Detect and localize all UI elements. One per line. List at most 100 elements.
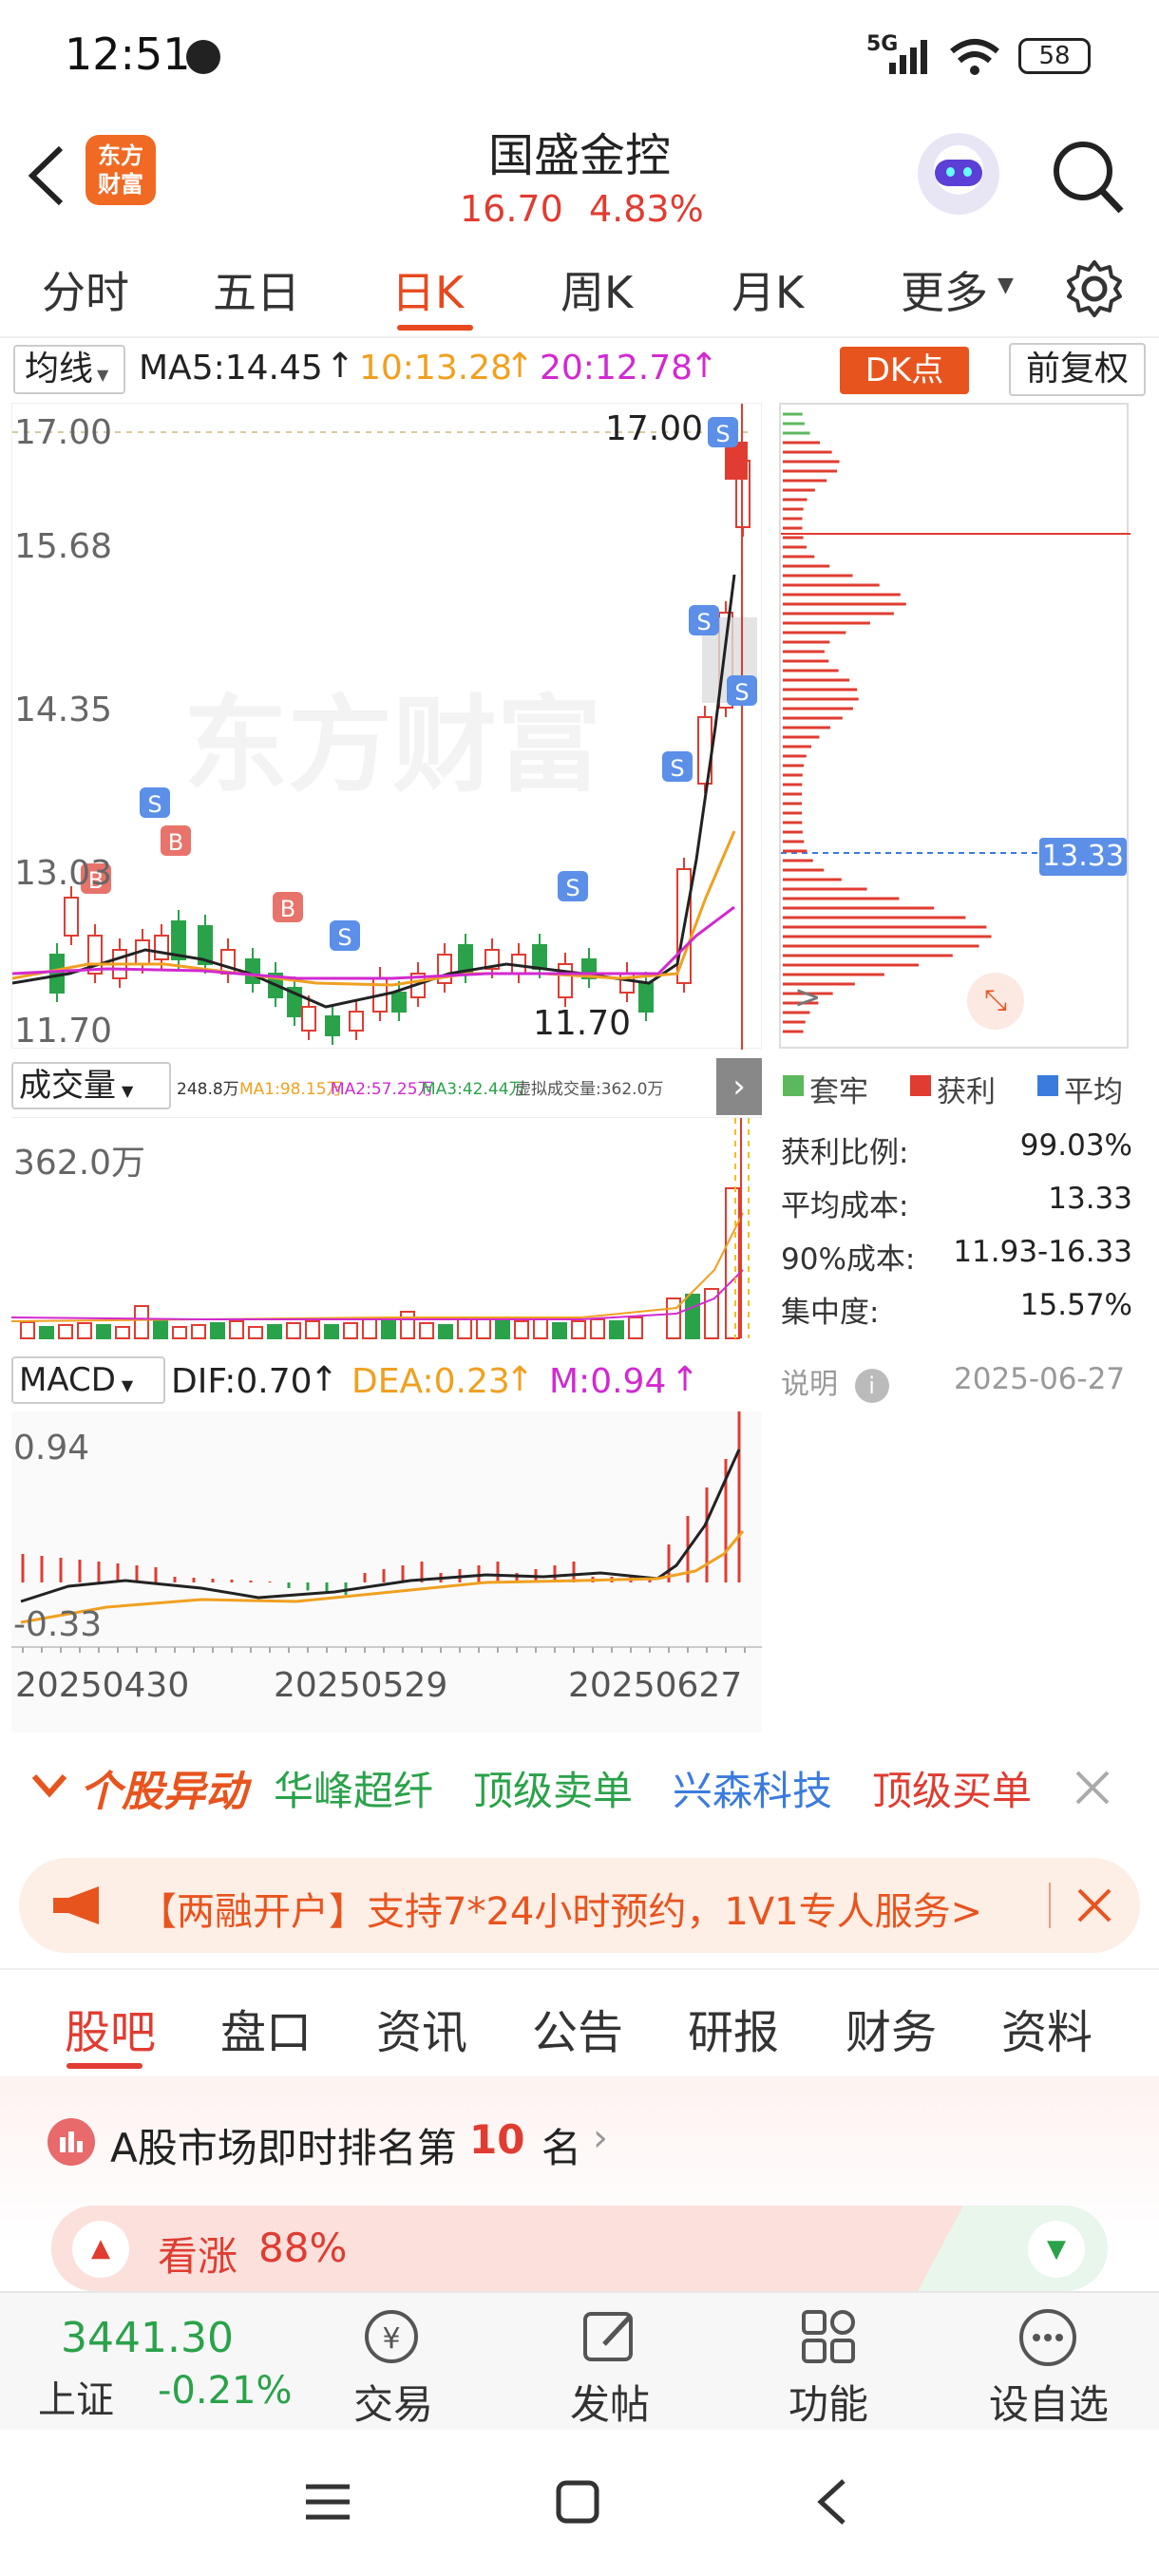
- volume-selector[interactable]: 成交量 ▼: [11, 1062, 171, 1109]
- tab-intraday[interactable]: 分时: [42, 258, 129, 321]
- movement-item-2[interactable]: 顶级卖单: [473, 1759, 633, 1817]
- volume-header: 成交量 ▼ 248.8万 MA1:98.15万 MA2:57.25万 MA3:42…: [11, 1058, 762, 1115]
- app-logo[interactable]: 东方 财富: [86, 135, 156, 205]
- macd-dea-arrow: ↑: [505, 1360, 535, 1399]
- kline-chart[interactable]: 东方财富 SBBBSSSSSS 17.00 15.68 14.35 13.03 …: [11, 403, 762, 1051]
- movement-item-1[interactable]: 华峰超纤: [274, 1759, 433, 1817]
- legend-avg-swatch: [1037, 1075, 1058, 1096]
- promo-text: 【两融开户】支持7*24小时预约，1V1专人服务>: [139, 1890, 983, 1934]
- tab-five-day[interactable]: 五日: [213, 258, 300, 321]
- chevron-down-icon[interactable]: [28, 1769, 70, 1803]
- volume-bar-2: [58, 1324, 73, 1339]
- tab-monthly-k[interactable]: 月K: [732, 258, 804, 321]
- indicator-bar: 均线 ▼ MA5:14.45 ↑ 10:13.28 ↑ 20:12.78 ↑ DK…: [0, 339, 1159, 402]
- tab-daily-k[interactable]: 日K: [391, 258, 464, 321]
- volume-max-label: 362.0万: [13, 1144, 146, 1183]
- expand-icon[interactable]: ⤡: [967, 973, 1024, 1030]
- back-icon[interactable]: [25, 142, 66, 209]
- subtab-finance[interactable]: 财务: [846, 1995, 937, 2061]
- rank-number: 10: [469, 2116, 525, 2163]
- avg-cost-tag: 13.33: [1039, 838, 1127, 876]
- rank-text-b: 名: [542, 2125, 582, 2171]
- bull-up-icon[interactable]: ▲: [72, 2221, 129, 2278]
- volume-bar-8: [172, 1326, 187, 1339]
- subtab-research[interactable]: 研报: [688, 1995, 779, 2061]
- signal-marker-text-4: S: [337, 924, 352, 951]
- menu-icon[interactable]: [304, 2481, 352, 2523]
- subtab-profile[interactable]: 资料: [1001, 1995, 1092, 2061]
- collapse-chart-button[interactable]: ›: [716, 1058, 762, 1115]
- volume-bar-9: [191, 1324, 206, 1339]
- chip-distribution[interactable]: 13.33 > ⤡: [779, 403, 1130, 1049]
- movement-item-3[interactable]: 兴森科技: [673, 1759, 832, 1817]
- trade-icon[interactable]: ¥: [359, 2306, 426, 2367]
- low-label: 11.70: [533, 1004, 632, 1043]
- chip-svg: [781, 412, 1130, 1033]
- back-nav-icon[interactable]: [815, 2477, 849, 2527]
- ma5-value: MA5:14.45: [139, 349, 323, 388]
- promo-banner[interactable]: 【两融开户】支持7*24小时预约，1V1专人服务>: [19, 1858, 1140, 1953]
- volume-bar-31: [609, 1320, 624, 1339]
- watchlist-add-icon[interactable]: [1016, 2306, 1079, 2369]
- subtab-guba[interactable]: 股吧: [65, 1995, 156, 2061]
- rank-row[interactable]: A股市场即时排名第 10 名 ›: [48, 2112, 712, 2171]
- robot-avatar-icon[interactable]: [918, 133, 999, 215]
- stat-value-4: 15.57%: [1019, 1288, 1132, 1322]
- adjust-button[interactable]: 前复权: [1009, 343, 1146, 396]
- tab-more[interactable]: 更多: [901, 258, 988, 321]
- candle-body-12: [301, 1006, 316, 1032]
- logo-text-bottom: 财富: [98, 171, 143, 198]
- volume-bar-23: [457, 1316, 472, 1339]
- ma-selector[interactable]: 均线 ▼: [13, 345, 125, 394]
- volume-bar-7: [153, 1320, 168, 1339]
- nav-post[interactable]: 发帖: [543, 2373, 676, 2431]
- subtab-news[interactable]: 资讯: [376, 1995, 467, 2061]
- subtab-announcement[interactable]: 公告: [532, 1995, 623, 2061]
- volume-bar-13: [267, 1324, 282, 1339]
- volume-bar-29: [571, 1320, 586, 1339]
- price-tick-4: 13.03: [14, 854, 113, 893]
- signal-marker-text-5: S: [565, 875, 580, 901]
- nav-add-watchlist[interactable]: 设自选: [982, 2373, 1115, 2431]
- forum-section: A股市场即时排名第 10 名 › ▲ 看涨 88% ▼: [0, 2076, 1159, 2291]
- svg-text:¥: ¥: [382, 2322, 400, 2356]
- macd-m: M:0.94: [549, 1362, 667, 1401]
- subtab-pankou[interactable]: 盘口: [220, 1995, 312, 2061]
- movement-item-4[interactable]: 顶级买单: [872, 1759, 1032, 1817]
- promo-close-icon[interactable]: [1075, 1886, 1113, 1924]
- kline-svg: SBBBSSSSSS: [12, 404, 757, 1050]
- dk-point-button[interactable]: DK点: [840, 347, 969, 394]
- signal-marker-text-7: S: [696, 609, 711, 635]
- tab-weekly-k[interactable]: 周K: [560, 258, 633, 321]
- stock-title: 国盛金控: [487, 129, 671, 182]
- volume-chart[interactable]: 362.0万: [11, 1117, 762, 1349]
- bear-down-icon[interactable]: ▼: [1028, 2221, 1085, 2278]
- info-icon: i: [854, 1369, 889, 1403]
- chip-note[interactable]: 说明 i: [781, 1360, 889, 1403]
- volume-bar-34: [685, 1294, 700, 1339]
- macd-chart[interactable]: 0.94 -0.33 20250430 20250529 20250627: [11, 1411, 762, 1733]
- candle-body-9: [245, 958, 260, 984]
- post-edit-icon[interactable]: [580, 2306, 640, 2367]
- home-icon[interactable]: [555, 2479, 600, 2525]
- nav-trade[interactable]: 交易: [327, 2373, 460, 2431]
- close-icon[interactable]: [1074, 1769, 1112, 1807]
- volume-bar-11: [229, 1320, 244, 1339]
- signal-marker-text-8: S: [734, 679, 749, 706]
- stat-label-1: 获利比例:: [781, 1136, 909, 1170]
- volume-bar-15: [305, 1320, 320, 1339]
- nav-function[interactable]: 功能: [762, 2373, 895, 2431]
- macd-selector[interactable]: MACD ▼: [11, 1356, 165, 1404]
- volume-ma1-line: [11, 1212, 744, 1322]
- function-grid-icon[interactable]: [798, 2306, 859, 2367]
- bottom-nav: 3441.30 上证 -0.21% ¥ 交易 发帖 功能 设自选: [0, 2291, 1159, 2430]
- sentiment-bar[interactable]: ▲ 看涨 88% ▼: [51, 2206, 1108, 2291]
- chip-arrow-left-icon[interactable]: >: [794, 978, 822, 1016]
- header: 东方 财富 国盛金控 16.70 4.83%: [0, 112, 1159, 239]
- search-icon[interactable]: [1049, 137, 1127, 217]
- sub-tabs: 股吧 盘口 资讯 公告 研报 财务 资料: [0, 1976, 1159, 2074]
- settings-gear-icon[interactable]: [1064, 258, 1125, 319]
- candle-body-1: [64, 897, 79, 937]
- index-change: -0.21%: [158, 2369, 293, 2413]
- legend-profit-swatch: [910, 1075, 931, 1096]
